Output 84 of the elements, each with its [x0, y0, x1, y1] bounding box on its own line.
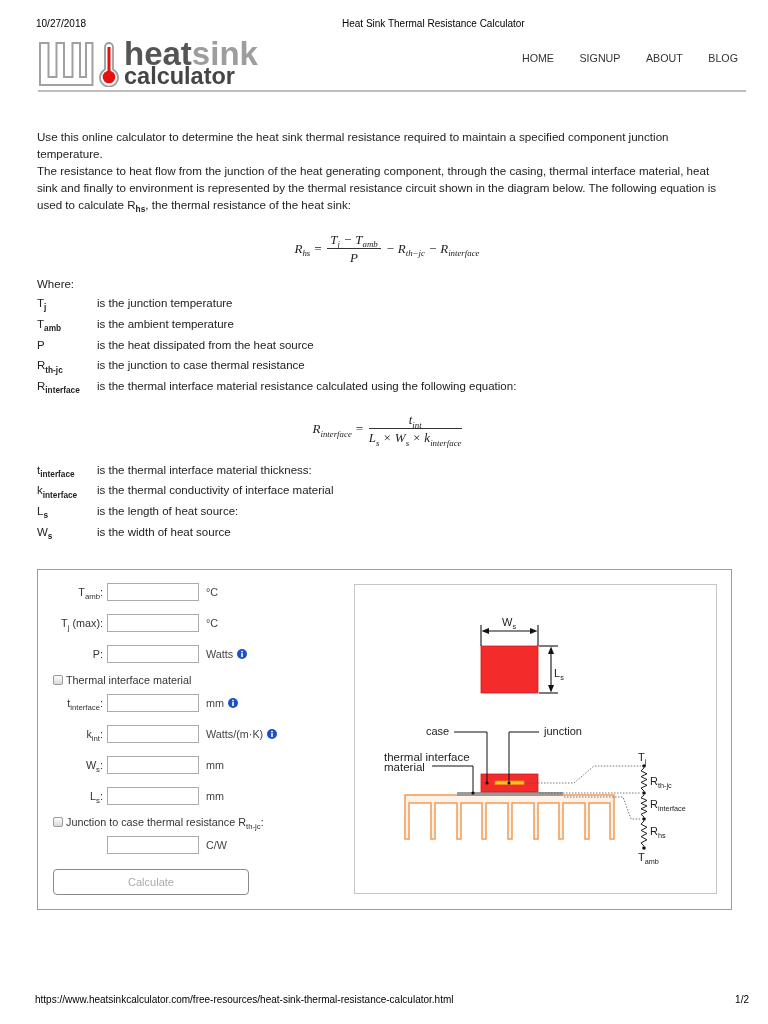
term-symbol: W$_{s}$	[37, 525, 54, 538]
term-symbol: P	[37, 338, 46, 351]
unit-label: C/W	[206, 838, 227, 851]
checkbox-label: Junction to case thermal resistance R$_{th-jc}$:	[66, 816, 264, 829]
field-label: L$_{s}$:	[89, 789, 103, 802]
unit-label: mm	[206, 696, 224, 709]
nav-link[interactable]: BLOG	[708, 51, 738, 65]
node-dot	[642, 764, 646, 768]
formula: R$_{hs}$ = T$_{j}$ − T$_{amb}$ P − R$_{th−jc}$ − R$_{interface}$	[294, 233, 480, 264]
page-url: https://www.heatsinkcalculator.com/free-resources/heat-sink-thermal-resistance-calculator.html	[35, 994, 454, 1006]
dimension-label: W$_{s}$	[502, 616, 516, 629]
page-title: Heat Sink Thermal Resistance Calculator	[342, 18, 525, 30]
length-dimension-arrow	[538, 645, 559, 694]
term-symbol: k$_{interface}$	[37, 484, 79, 497]
term-definition: is the length of heat source:	[97, 505, 239, 518]
leader-line	[507, 731, 540, 785]
checkbox-label: Thermal interface material	[66, 674, 192, 687]
term-definition: is the ambient temperature	[97, 318, 234, 331]
page-number: 1/2	[735, 994, 749, 1006]
term-symbol: T$_{amb}$	[37, 318, 63, 331]
field-label: T$_{amb}$:	[77, 585, 103, 598]
logo-subtitle[interactable]: calculator	[124, 66, 258, 87]
junction-bar	[494, 780, 525, 786]
nav-link[interactable]: HOME	[521, 51, 554, 65]
term-definition: is the thermal interface material thickness:	[97, 463, 312, 476]
intro-paragraph: The resistance to heat flow from the junction of the heat generating component, through the casing, thermal interface material, heat sink and finally to environment is represented by the thermal resistance circuit shown in the diagram below. The following equation is used to calculate R$_{hs}$, the thermal resistance of the heat sink:	[37, 163, 718, 213]
heat-sink-icon	[38, 41, 94, 87]
input-field[interactable]	[107, 693, 199, 712]
resistance-label: R$_{interface}$	[650, 798, 686, 811]
unit-label: Watts	[206, 647, 234, 660]
temperature-label: T$_{amb}$	[638, 851, 659, 864]
heat-source-square	[480, 645, 539, 694]
callout-label: case	[426, 725, 450, 738]
term-symbol: t$_{interface}$	[37, 463, 76, 476]
unit-label: °C	[206, 616, 219, 629]
info-icon[interactable]	[267, 728, 278, 739]
resistance-label: R$_{th-jc}$	[650, 775, 672, 788]
input-field[interactable]	[107, 613, 199, 632]
nav-link[interactable]: ABOUT	[645, 51, 683, 65]
callout-label: junction	[544, 725, 582, 738]
checkbox[interactable]	[53, 675, 63, 686]
input-field[interactable]	[107, 835, 199, 854]
resistance-label: R$_{hs}$	[650, 825, 666, 838]
field-label: k$_{int}$:	[85, 727, 103, 740]
term-symbol: R$_{interface}$	[37, 380, 81, 393]
logo-title[interactable]: heatsink	[124, 41, 258, 66]
field-label: t$_{interface}$:	[66, 696, 103, 709]
input-field[interactable]	[107, 755, 199, 774]
print-date: 10/27/2018	[36, 18, 88, 30]
temperature-label: T$_{j}$	[638, 751, 647, 764]
unit-label: mm	[206, 758, 224, 771]
intro-paragraph: Use this online calculator to determine the heat sink thermal resistance required to maintain a specified component junction temperature.	[37, 129, 670, 162]
term-definition: is the width of heat source	[97, 525, 231, 538]
unit-label: mm	[206, 789, 224, 802]
where-label: Where:	[37, 277, 76, 292]
field-label: W$_{s}$:	[84, 758, 103, 771]
input-field[interactable]	[107, 582, 199, 601]
resistor	[640, 794, 648, 818]
term-symbol: L$_{s}$	[37, 505, 49, 518]
info-icon[interactable]	[237, 648, 248, 659]
resistor	[640, 820, 648, 847]
term-symbol: T$_{j}$	[37, 297, 48, 310]
term-definition: is the thermal conductivity of interface material	[97, 484, 334, 497]
unit-label: °C	[206, 585, 219, 598]
dimension-label: L$_{s}$	[554, 667, 564, 680]
thermometer-icon	[98, 41, 120, 87]
term-definition: is the junction temperature	[97, 297, 233, 310]
input-field[interactable]	[107, 644, 199, 663]
nav-link[interactable]: SIGNUP	[579, 51, 621, 65]
callout-label: thermal interface material	[384, 752, 471, 773]
node-dot	[642, 817, 646, 821]
info-icon[interactable]	[228, 697, 238, 708]
term-definition: is the junction to case thermal resistance	[97, 359, 305, 372]
node-dot	[642, 846, 646, 850]
unit-label: Watts/(m·K)	[206, 727, 264, 740]
node-dot	[642, 791, 646, 795]
checkbox[interactable]	[53, 817, 63, 828]
width-dimension-arrow	[480, 624, 539, 647]
input-field[interactable]	[107, 786, 199, 805]
term-definition: is the heat dissipated from the heat source	[97, 338, 314, 351]
field-label: P:	[91, 647, 103, 660]
term-definition: is the thermal interface material resistance calculated using the following equation:	[97, 380, 517, 393]
input-field[interactable]	[107, 724, 199, 743]
resistor	[640, 767, 648, 792]
